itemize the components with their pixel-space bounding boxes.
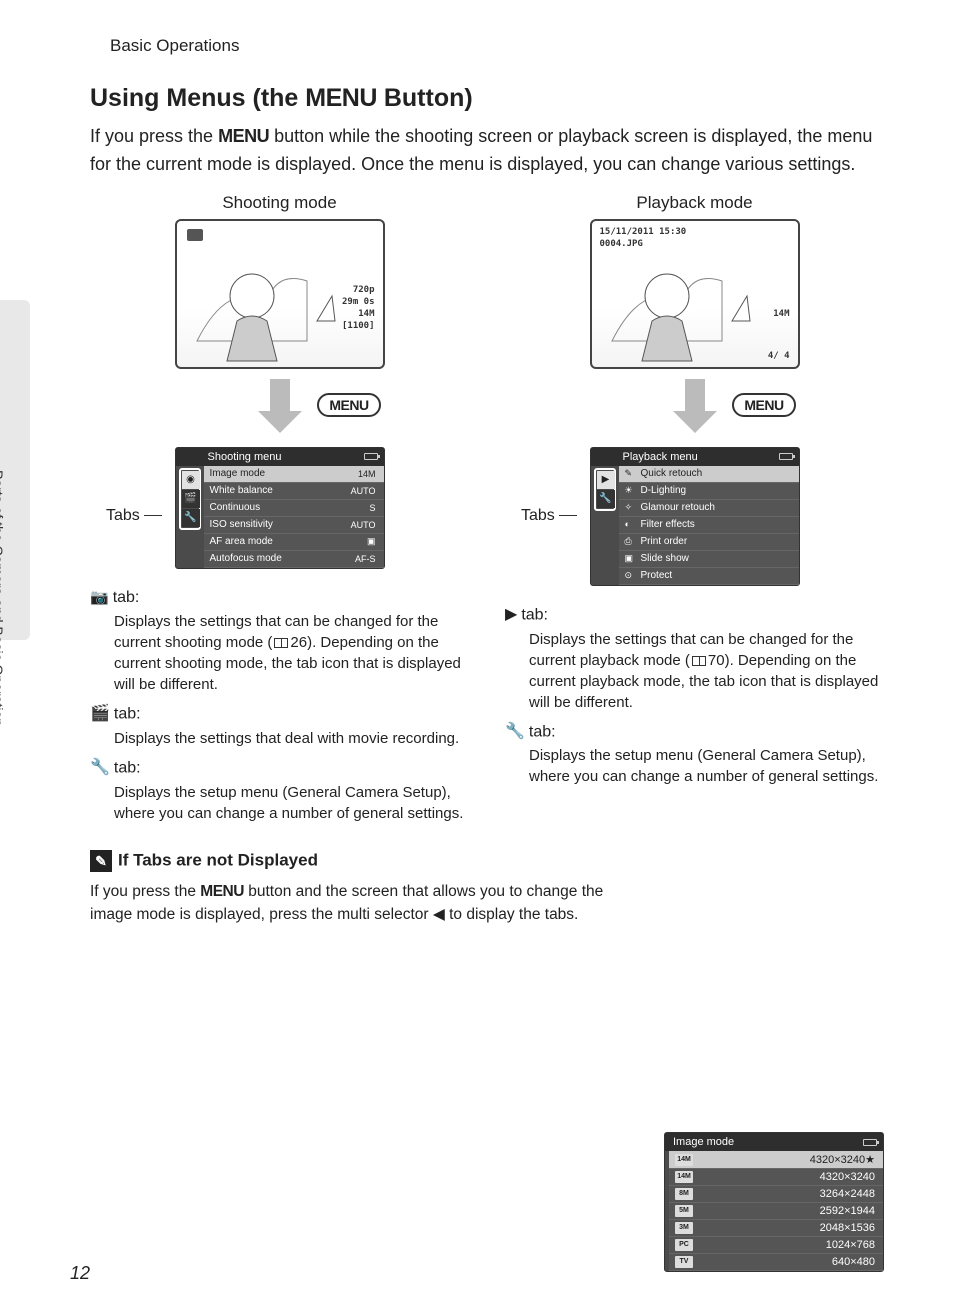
image-mode-menu: Image mode 14M4320×3240★14M4320×32408M32… — [664, 1132, 884, 1272]
play-icon: ▶ — [505, 604, 517, 626]
shooting-mode-label: Shooting mode — [90, 193, 469, 213]
desc-item: 🔧tab:Displays the setup menu (General Ca… — [505, 721, 884, 788]
menu-row: ▣Slide show — [619, 551, 799, 568]
menu-row: 8M3264×2448 — [669, 1186, 883, 1203]
menu-row: 14M4320×3240★ — [669, 1151, 883, 1169]
menu-row: 5M2592×1944 — [669, 1203, 883, 1220]
menu-row: Image mode14M — [204, 466, 384, 483]
arrow-down-icon — [257, 379, 303, 439]
shooting-screen-illustration: 720p 29m 0s 14M [1100] — [175, 219, 385, 369]
arrow-down-icon — [672, 379, 718, 439]
menu-word-inline: MENU — [218, 126, 269, 146]
menu-row: ☀D-Lighting — [619, 483, 799, 500]
wrench-icon: 🔧 — [90, 757, 110, 779]
menu-row: AF area mode▣ — [204, 534, 384, 551]
pencil-icon: ✎ — [90, 850, 112, 872]
menu-row: TV640×480 — [669, 1254, 883, 1271]
shooting-menu-title: Shooting menu — [176, 448, 384, 466]
camera-tab-icon: ◉ — [182, 471, 200, 489]
menu-row: ⎙Print order — [619, 534, 799, 551]
playback-descriptions: ▶tab:Displays the settings that can be c… — [505, 604, 884, 788]
menu-row: ISO sensitivityAUTO — [204, 517, 384, 534]
shooting-menu-tabs: ◉ 🎬 🔧 — [179, 468, 201, 530]
battery-icon — [364, 453, 378, 460]
shooting-menu: Shooting menu ◉ 🎬 🔧 Image mode14MWhite b… — [175, 447, 385, 569]
menu-row: ⊙Protect — [619, 568, 799, 585]
desc-item: ▶tab:Displays the settings that can be c… — [505, 604, 884, 713]
playback-menu-title: Playback menu — [591, 448, 799, 466]
playback-mode-label: Playback mode — [505, 193, 884, 213]
book-icon — [274, 638, 288, 648]
shooting-descriptions: 📷tab:Displays the settings that can be c… — [90, 587, 469, 824]
menu-button-label: MENU — [317, 393, 380, 417]
menu-button-label: MENU — [732, 393, 795, 417]
battery-icon — [779, 453, 793, 460]
menu-row: ✎Quick retouch — [619, 466, 799, 483]
wrench-tab-icon: 🔧 — [597, 490, 615, 508]
menu-word: MENU — [305, 84, 377, 112]
book-icon — [692, 656, 706, 666]
image-mode-title: Image mode — [665, 1133, 883, 1151]
battery-icon — [863, 1139, 877, 1146]
menu-row: PC1024×768 — [669, 1237, 883, 1254]
menu-row: ✧Glamour retouch — [619, 500, 799, 517]
breadcrumb: Basic Operations — [110, 36, 884, 56]
menu-row: Autofocus modeAF-S — [204, 551, 384, 568]
tabs-callout: Tabs — [521, 507, 577, 525]
menu-row: ◐Filter effects — [619, 517, 799, 534]
menu-row: ContinuousS — [204, 500, 384, 517]
note-section: ✎If Tabs are not Displayed If you press … — [90, 850, 884, 927]
desc-item: 🎬tab:Displays the settings that deal wit… — [90, 703, 469, 749]
note-heading: ✎If Tabs are not Displayed — [90, 850, 884, 872]
movie-tab-icon: 🎬 — [182, 490, 200, 508]
wrench-tab-icon: 🔧 — [182, 509, 200, 527]
intro-paragraph: If you press the MENU button while the s… — [90, 123, 884, 179]
playback-screen-illustration: 15/11/2011 15:30 0004.JPG 4/ 4 14M — [590, 219, 800, 369]
shooting-column: Shooting mode 720p 29m 0s 14M [1100] MEN… — [90, 193, 469, 832]
menu-row: 3M2048×1536 — [669, 1220, 883, 1237]
menu-row: 14M4320×3240 — [669, 1169, 883, 1186]
camera-icon: 📷 — [90, 587, 109, 608]
playback-menu: Playback menu ▶ 🔧 ✎Quick retouch☀D-Light… — [590, 447, 800, 586]
playback-menu-tabs: ▶ 🔧 — [594, 468, 616, 511]
page-number: 12 — [70, 1263, 90, 1284]
tabs-callout: Tabs — [106, 507, 162, 525]
play-tab-icon: ▶ — [597, 471, 615, 489]
desc-item: 🔧tab:Displays the setup menu (General Ca… — [90, 757, 469, 824]
movie-icon: 🎬 — [90, 703, 110, 725]
desc-item: 📷tab:Displays the settings that can be c… — [90, 587, 469, 695]
page-title: Using Menus (the MENU Button) — [90, 84, 884, 113]
menu-row: White balanceAUTO — [204, 483, 384, 500]
note-body: If you press the MENU button and the scr… — [90, 880, 620, 927]
wrench-icon: 🔧 — [505, 721, 525, 743]
playback-column: Playback mode 15/11/2011 15:30 0004.JPG … — [505, 193, 884, 832]
